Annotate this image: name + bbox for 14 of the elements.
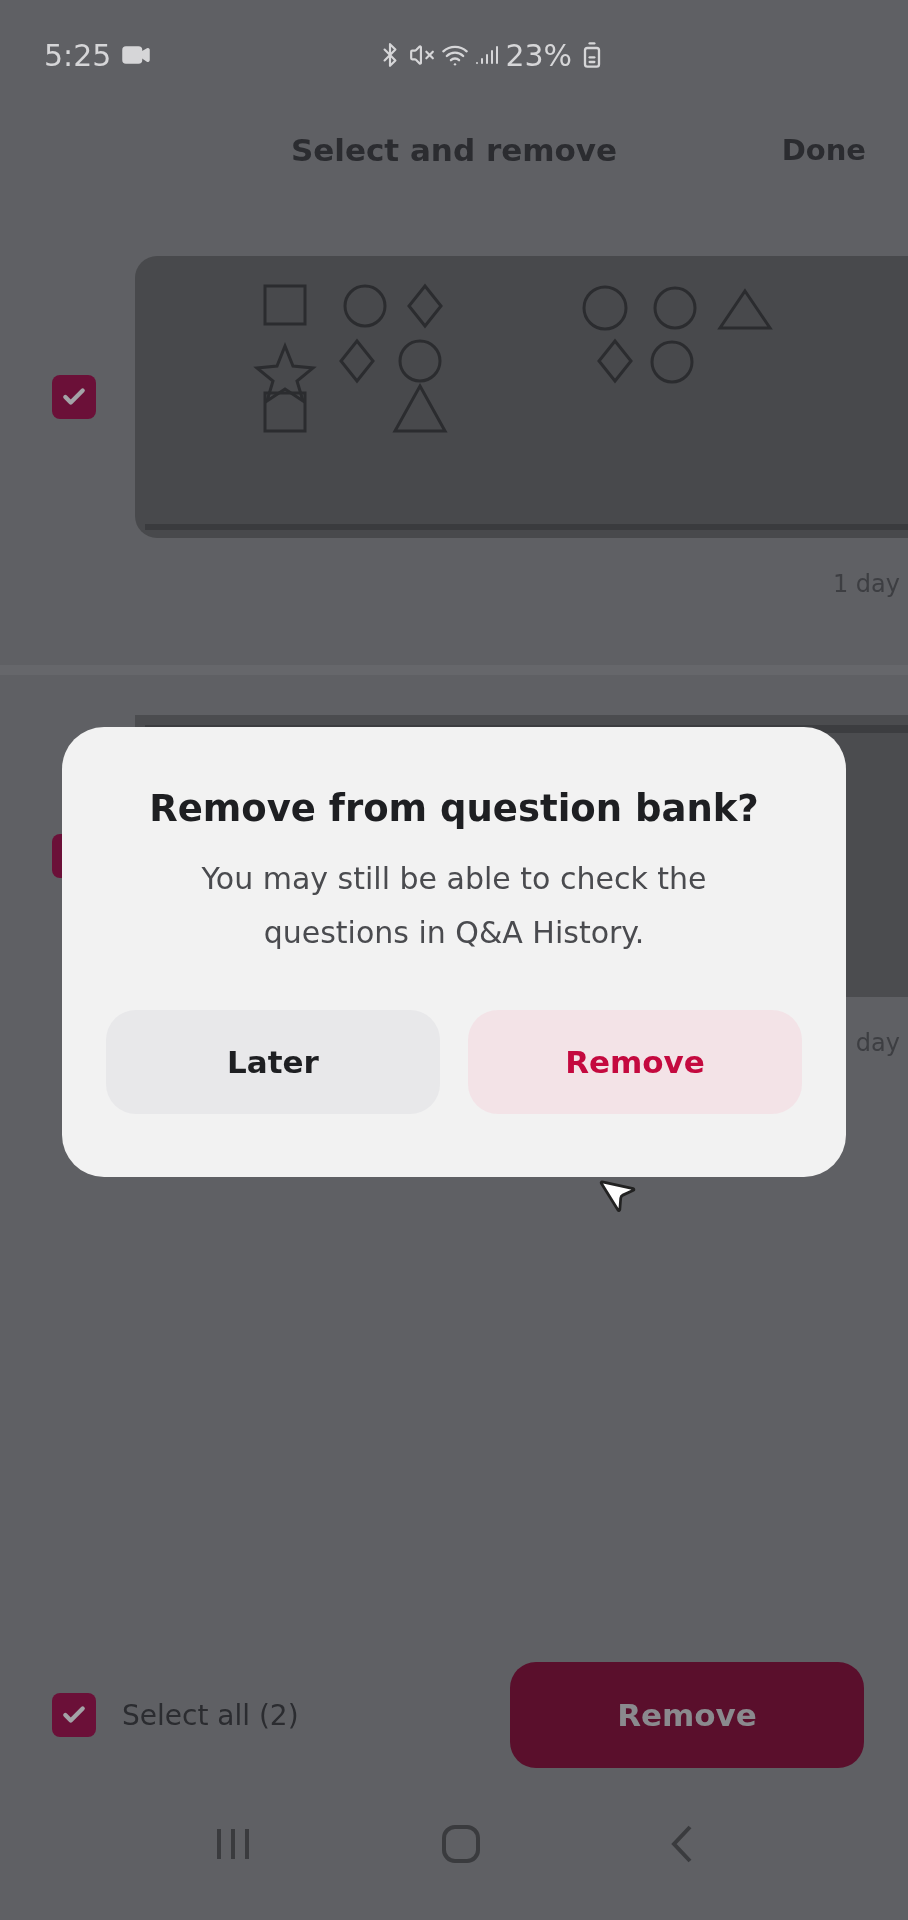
cancel-button[interactable]: Later (106, 1010, 440, 1114)
dialog-title: Remove from question bank? (149, 787, 759, 830)
item-checkbox[interactable] (52, 375, 96, 419)
status-time: 5:25 (44, 37, 112, 73)
select-all-checkbox[interactable] (52, 1693, 96, 1737)
home-icon[interactable] (442, 1825, 480, 1863)
battery-percentage: 23% (505, 37, 573, 73)
back-icon[interactable] (670, 1825, 693, 1863)
confirm-button[interactable]: Remove (468, 1010, 802, 1114)
mute-icon (409, 42, 436, 68)
signal-icon (475, 43, 500, 67)
remove-button[interactable]: Remove (510, 1662, 864, 1768)
recent-apps-icon[interactable] (215, 1827, 252, 1861)
dialog-message: You may still be able to check the questions in Q&A History. (200, 860, 708, 952)
